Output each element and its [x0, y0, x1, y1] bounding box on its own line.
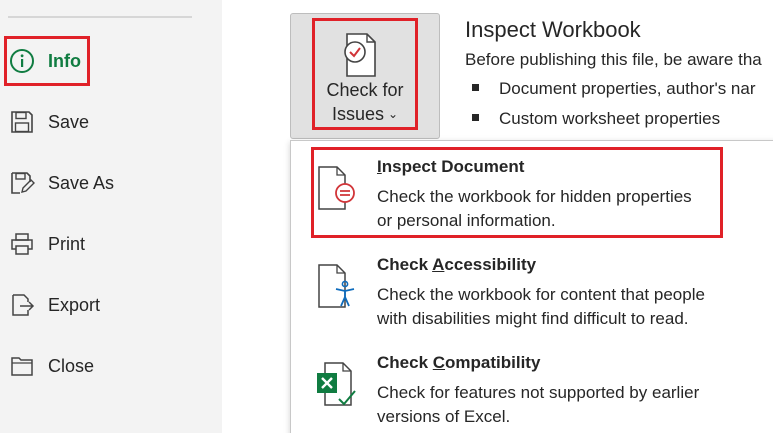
check-for-issues-button[interactable]: Check for Issues ⌄: [290, 13, 440, 139]
bullet-icon: [472, 84, 479, 92]
nav-item-label: Print: [48, 233, 86, 254]
check-for-issues-label-line2: Issues ⌄: [331, 104, 399, 124]
inspect-workbook-description: Before publishing this file, be aware th…: [465, 50, 762, 69]
inspect-document-icon: [318, 166, 355, 210]
print-icon: [11, 233, 33, 255]
info-content: Check for Issues ⌄ Inspect Workbook Befor…: [222, 0, 773, 433]
check-for-issues-menu: Inspect Document Check the workbook for …: [290, 140, 773, 433]
close-folder-icon: [11, 357, 33, 376]
menu-item-title: Check Accessibility: [377, 255, 537, 274]
inspect-bullet: Document properties, author's nar: [472, 79, 756, 99]
menu-item-check-accessibility[interactable]: Check Accessibility Check the workbook f…: [291, 241, 773, 337]
menu-item-description: Check the workbook for content that peop…: [377, 285, 705, 304]
save-as-icon: [11, 172, 35, 194]
document-check-icon: [344, 33, 376, 77]
nav-item-close[interactable]: Close: [0, 341, 222, 391]
menu-item-description: or personal information.: [377, 211, 556, 230]
save-icon: [11, 111, 33, 133]
bullet-icon: [472, 114, 479, 122]
chevron-down-icon: ⌄: [387, 107, 399, 121]
nav-item-print[interactable]: Print: [0, 219, 222, 269]
check-for-issues-label: Check for: [326, 80, 404, 100]
menu-item-description: with disabilities might find difficult t…: [377, 309, 689, 328]
nav-item-export[interactable]: Export: [0, 280, 222, 330]
excel-compatibility-icon: [317, 362, 356, 406]
nav-item-save[interactable]: Save: [0, 97, 222, 147]
export-icon: [12, 294, 35, 316]
nav-item-label: Save: [48, 111, 90, 132]
inspect-workbook-title: Inspect Workbook: [465, 17, 641, 42]
menu-item-inspect-document[interactable]: Inspect Document Check the workbook for …: [291, 143, 773, 239]
menu-item-check-compatibility[interactable]: Check Compatibility Check for features n…: [291, 339, 773, 433]
menu-item-description: Check the workbook for hidden properties: [377, 187, 692, 206]
menu-item-description: Check for features not supported by earl…: [377, 383, 700, 402]
nav-item-label: Info: [48, 50, 81, 71]
nav-item-info[interactable]: Info: [0, 36, 222, 86]
nav-divider: [8, 16, 192, 18]
accessibility-icon: [318, 264, 355, 308]
menu-item-title: Inspect Document: [377, 157, 525, 176]
info-icon: [10, 49, 34, 73]
menu-item-title: Check Compatibility: [377, 353, 541, 372]
menu-item-description: versions of Excel.: [377, 407, 511, 426]
backstage-nav: Info Save Save As Print Export Close: [0, 0, 222, 433]
inspect-bullet: Custom worksheet properties: [472, 109, 720, 129]
nav-item-save-as[interactable]: Save As: [0, 158, 222, 208]
nav-item-label: Export: [48, 294, 101, 315]
nav-item-label: Close: [48, 355, 95, 376]
nav-item-label: Save As: [48, 172, 115, 193]
